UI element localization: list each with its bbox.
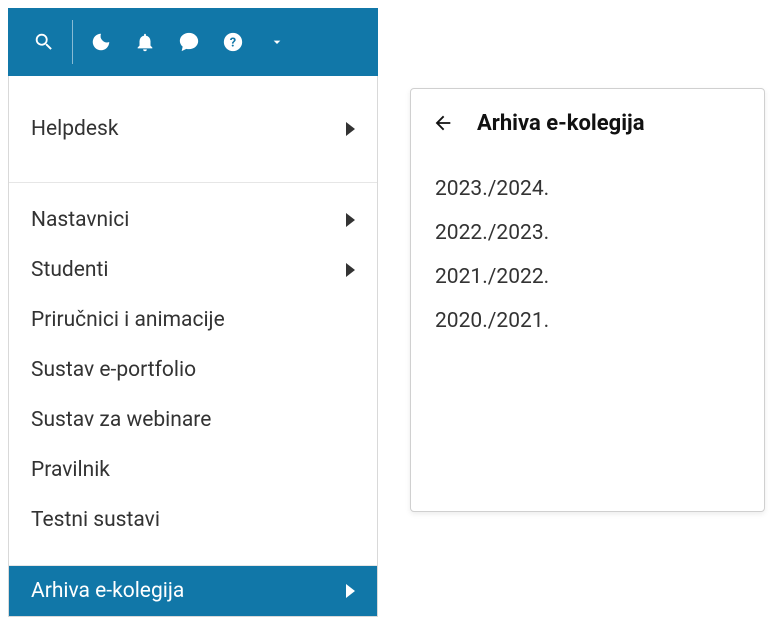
submenu-item[interactable]: 2021./2022.: [411, 255, 764, 299]
menu-item-label: Nastavnici: [31, 208, 129, 232]
menu-item-webinare[interactable]: Sustav za webinare: [9, 395, 377, 445]
toolbar: ?: [8, 8, 378, 76]
submenu-list: 2023./2024. 2022./2023. 2021./2022. 2020…: [411, 159, 764, 351]
menu-item-testni[interactable]: Testni sustavi: [9, 495, 377, 545]
chevron-right-icon: [346, 263, 355, 277]
chevron-down-icon[interactable]: [255, 20, 299, 64]
menu-item-helpdesk[interactable]: Helpdesk: [9, 104, 377, 154]
back-arrow-icon[interactable]: [429, 109, 457, 137]
menu-item-arhiva[interactable]: Arhiva e-kolegija: [9, 566, 377, 616]
bell-icon[interactable]: [123, 20, 167, 64]
svg-text:?: ?: [230, 36, 236, 51]
submenu-item[interactable]: 2023./2024.: [411, 167, 764, 211]
menu-item-nastavnici[interactable]: Nastavnici: [9, 195, 377, 245]
chevron-right-icon: [346, 213, 355, 227]
help-icon[interactable]: ?: [211, 20, 255, 64]
menu-item-label: Studenti: [31, 258, 108, 282]
speech-icon[interactable]: [167, 20, 211, 64]
submenu-item[interactable]: 2020./2021.: [411, 299, 764, 343]
chevron-right-icon: [346, 584, 355, 598]
menu-item-pravilnik[interactable]: Pravilnik: [9, 445, 377, 495]
submenu-title: Arhiva e-kolegija: [477, 111, 645, 136]
menu-item-label: Sustav e-portfolio: [31, 358, 196, 382]
menu-item-label: Arhiva e-kolegija: [31, 579, 184, 603]
moon-icon[interactable]: [79, 20, 123, 64]
menu-item-label: Pravilnik: [31, 458, 110, 482]
submenu-header: Arhiva e-kolegija: [411, 89, 764, 159]
menu-item-label: Priručnici i animacije: [31, 308, 225, 332]
submenu-item[interactable]: 2022./2023.: [411, 211, 764, 255]
chevron-right-icon: [346, 122, 355, 136]
left-panel: ? Helpdesk Nastavnici Studenti Priručnic…: [8, 8, 378, 617]
menu-item-prirucnici[interactable]: Priručnici i animacije: [9, 295, 377, 345]
menu-item-studenti[interactable]: Studenti: [9, 245, 377, 295]
submenu-panel: Arhiva e-kolegija 2023./2024. 2022./2023…: [410, 88, 765, 512]
menu-item-label: Testni sustavi: [31, 508, 160, 532]
menu-item-label: Sustav za webinare: [31, 408, 211, 432]
dropdown-menu: Helpdesk Nastavnici Studenti Priručnici …: [8, 76, 378, 617]
toolbar-divider: [72, 20, 73, 64]
menu-item-label: Helpdesk: [31, 117, 118, 141]
search-icon[interactable]: [22, 20, 66, 64]
menu-item-eportfolio[interactable]: Sustav e-portfolio: [9, 345, 377, 395]
